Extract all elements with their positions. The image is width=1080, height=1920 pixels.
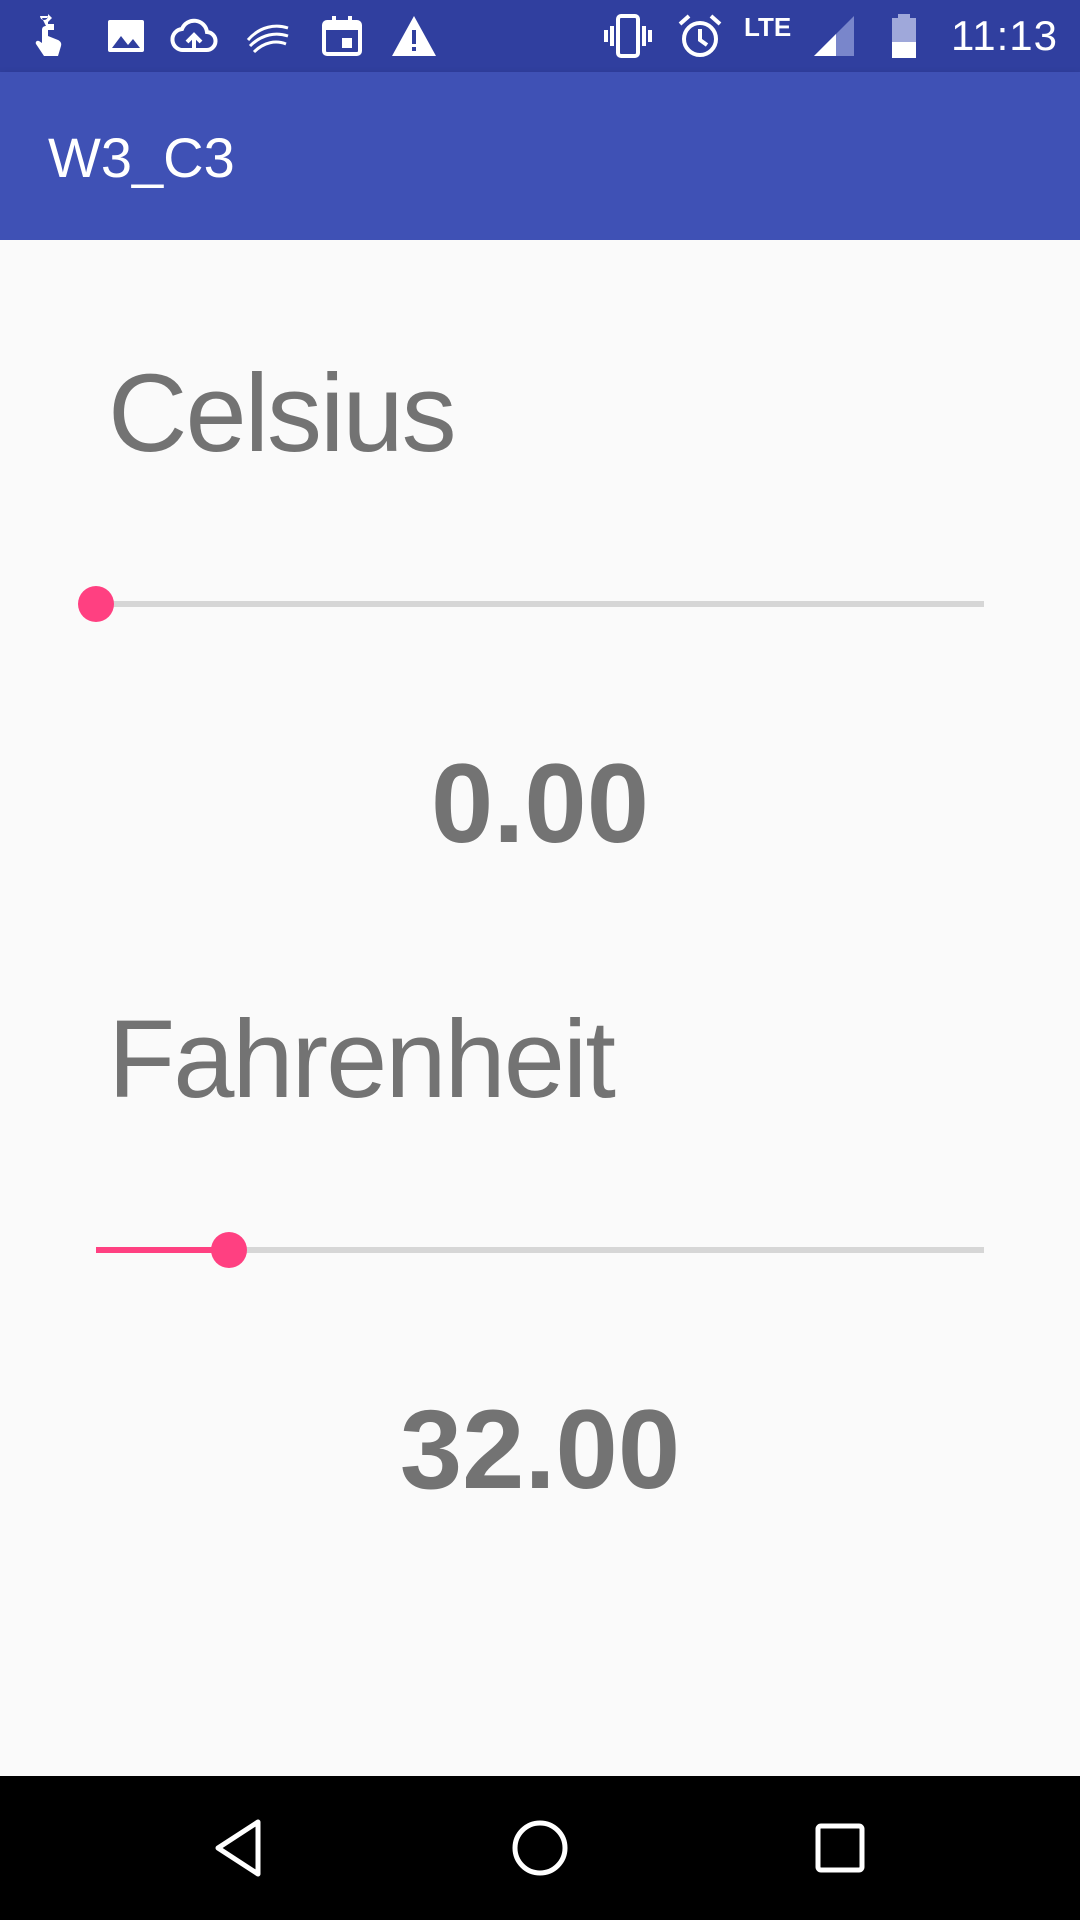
home-icon[interactable] xyxy=(504,1812,576,1884)
image-icon xyxy=(102,12,150,60)
celsius-label: Celsius xyxy=(108,352,457,475)
content: Celsius 0.00 Fahrenheit 32.00 xyxy=(0,240,1080,1776)
alarm-icon xyxy=(676,12,724,60)
warning-icon xyxy=(390,12,438,60)
cloud-upload-icon xyxy=(170,12,218,60)
battery-icon xyxy=(880,12,928,60)
celsius-slider-thumb[interactable] xyxy=(78,586,114,622)
fahrenheit-slider-fill xyxy=(96,1247,230,1253)
status-bar: LTE 11:13 xyxy=(0,0,1080,72)
app-title: W3_C3 xyxy=(48,126,235,189)
fahrenheit-slider-thumb[interactable] xyxy=(211,1232,248,1268)
vibrate-icon xyxy=(604,12,652,60)
recents-icon[interactable] xyxy=(804,1812,876,1884)
fahrenheit-label: Fahrenheit xyxy=(108,998,616,1121)
fahrenheit-slider[interactable] xyxy=(60,1220,1000,1280)
lte-icon: LTE xyxy=(744,12,792,42)
signal-icon xyxy=(810,12,858,60)
celsius-slider-track[interactable] xyxy=(96,601,984,607)
app-bar: W3_C3 xyxy=(0,72,1080,240)
status-time: 11:13 xyxy=(951,12,1058,59)
back-icon[interactable] xyxy=(204,1812,276,1884)
celsius-slider[interactable] xyxy=(60,574,1000,634)
calendar-icon xyxy=(318,12,366,60)
celsius-value: 0.00 xyxy=(431,741,649,866)
nav-bar xyxy=(0,1776,1080,1920)
swiftkey-icon xyxy=(244,12,292,60)
touch-notification-icon xyxy=(28,12,76,60)
fahrenheit-value: 32.00 xyxy=(399,1387,681,1512)
